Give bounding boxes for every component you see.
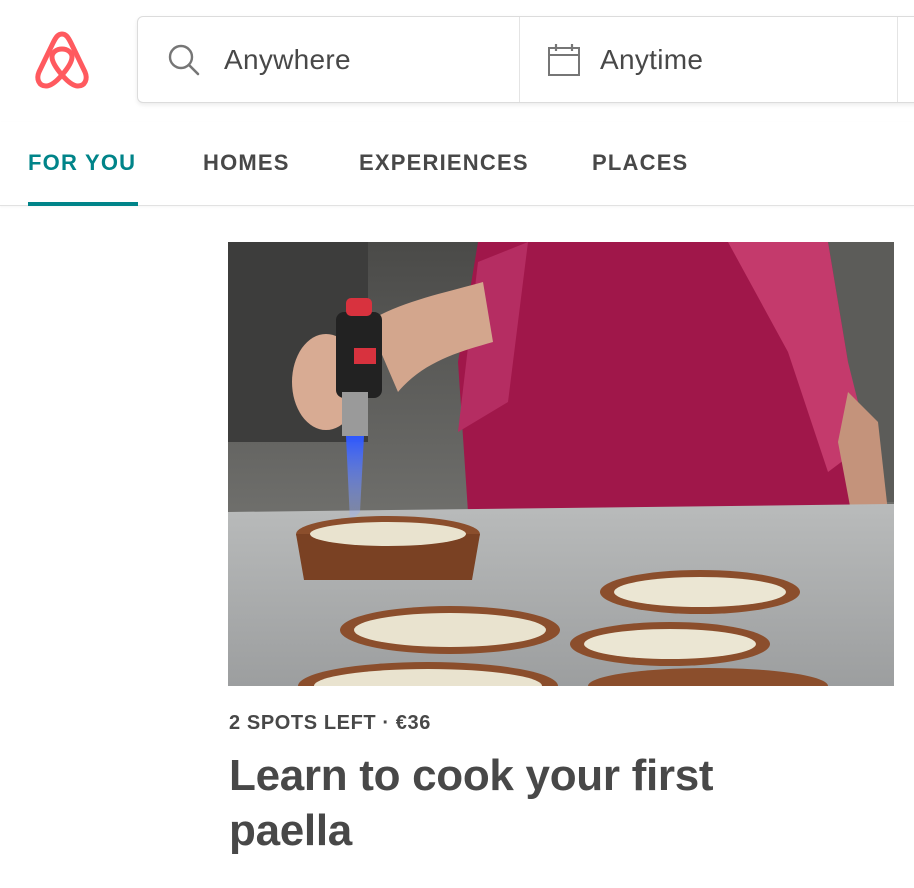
active-tab-indicator <box>28 202 138 206</box>
airbnb-logo-icon[interactable] <box>30 28 94 92</box>
when-field[interactable]: Anytime <box>520 17 898 102</box>
when-value: Anytime <box>600 43 704 75</box>
where-field[interactable]: Anywhere <box>138 17 520 102</box>
experience-title[interactable]: Learn to cook your first paella <box>229 748 789 858</box>
tab-places[interactable]: PLACES <box>592 150 688 176</box>
tab-for-you[interactable]: FOR YOU <box>28 150 136 176</box>
experience-meta: 2 SPOTS LEFT · €36 <box>229 712 431 734</box>
experience-photo[interactable] <box>228 242 894 686</box>
top-bar: Anywhere Anytime <box>0 0 914 122</box>
tab-experiences[interactable]: EXPERIENCES <box>359 150 529 176</box>
category-tabs: FOR YOU HOMES EXPERIENCES PLACES <box>0 122 914 206</box>
search-icon <box>166 42 202 78</box>
calendar-icon <box>546 42 582 78</box>
tab-homes[interactable]: HOMES <box>203 150 290 176</box>
search-bar: Anywhere Anytime <box>137 16 914 103</box>
where-value: Anywhere <box>224 43 351 75</box>
